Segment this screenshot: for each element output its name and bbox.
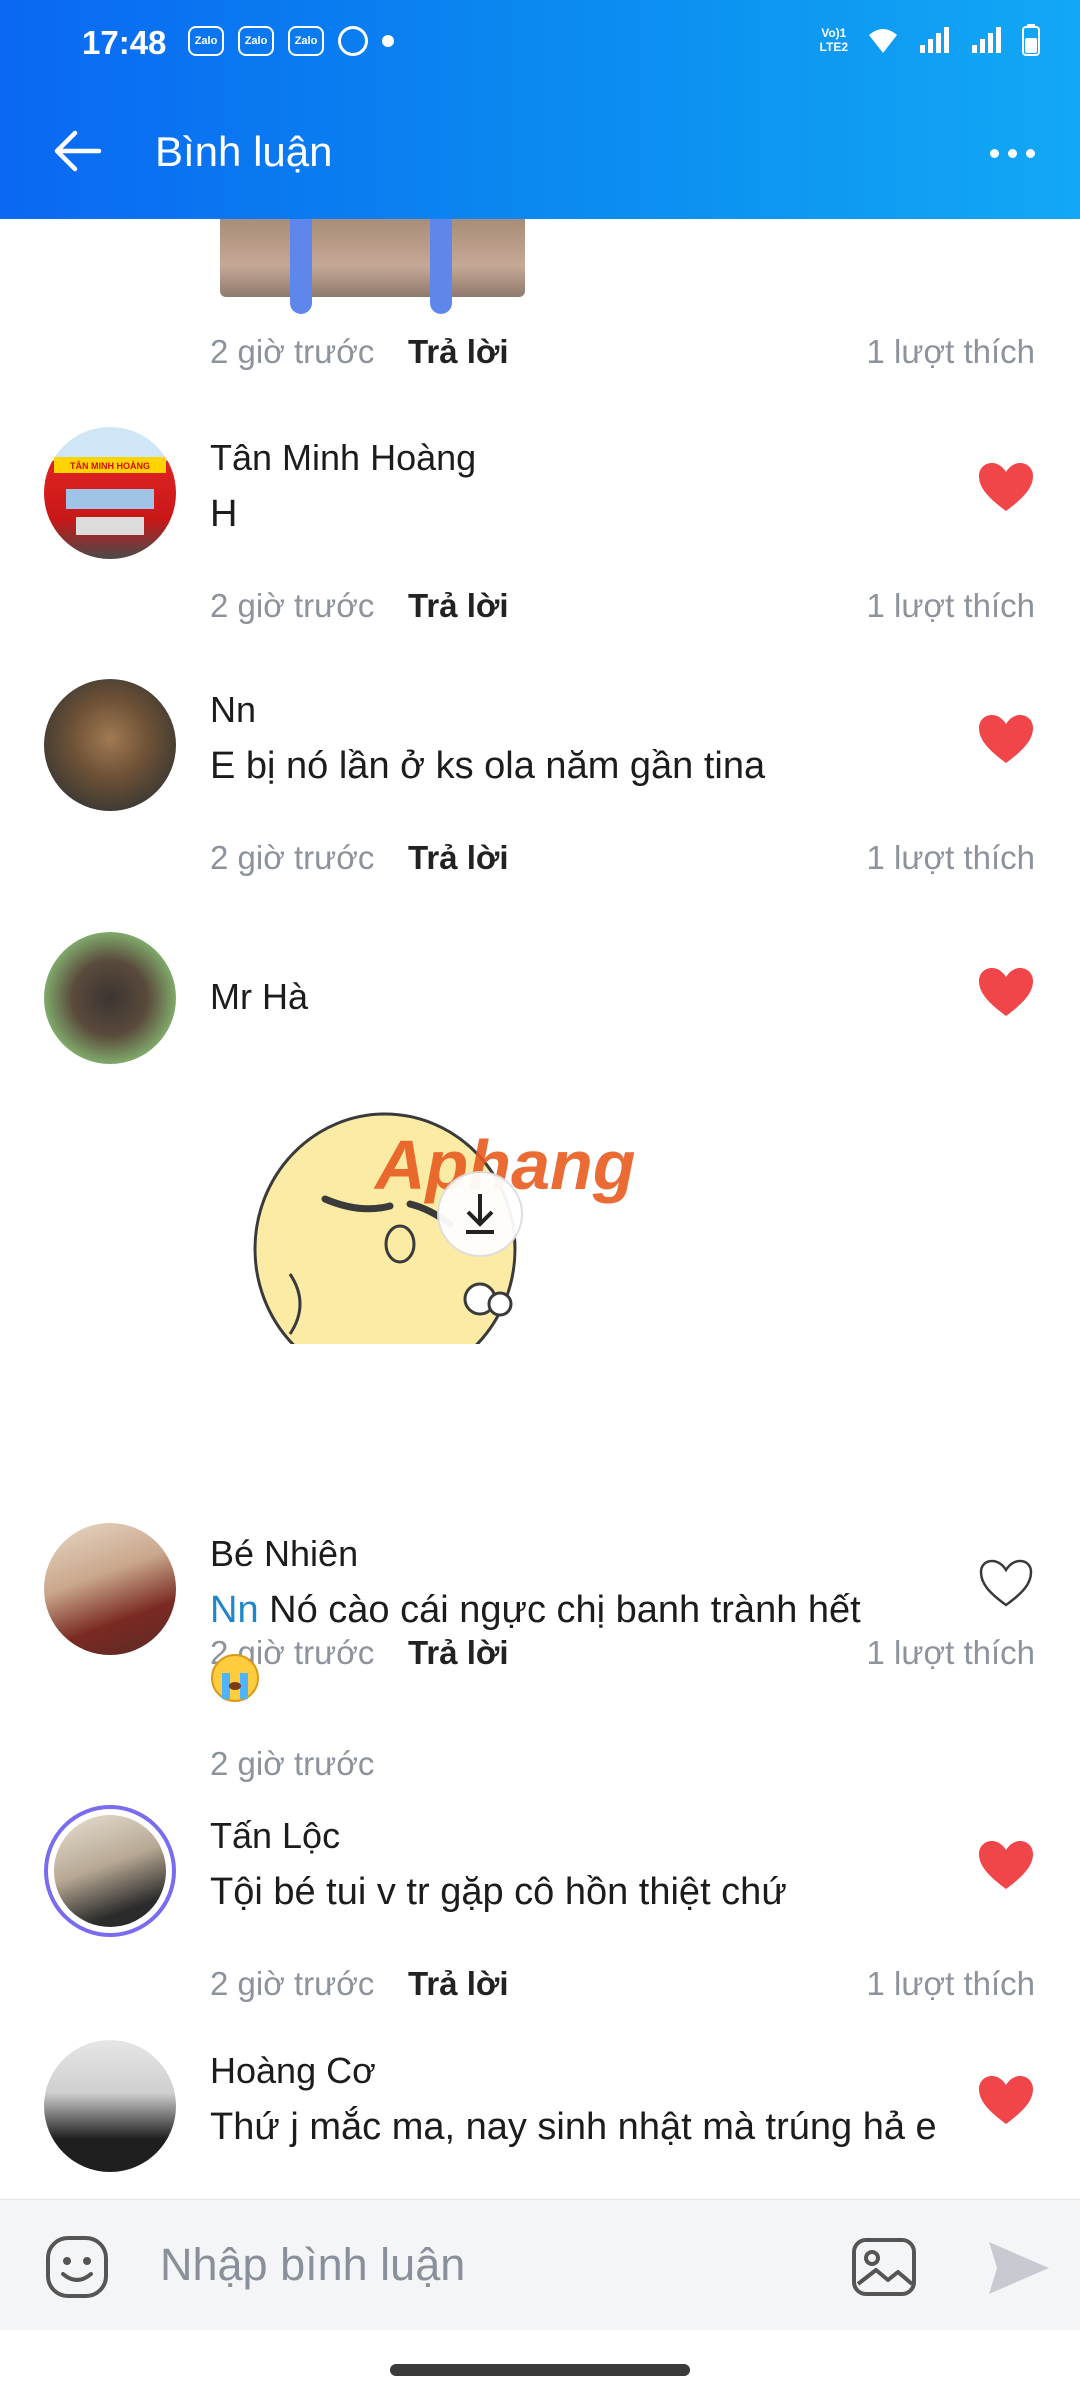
signal-icon: [972, 27, 1001, 53]
reply-button[interactable]: Trả lời: [408, 1634, 509, 1672]
like-count[interactable]: 1 lượt thích: [867, 333, 1035, 371]
heart-filled-icon[interactable]: [977, 966, 1035, 1018]
zalo-icon: Zalo: [288, 26, 324, 56]
more-dot: [1007, 148, 1017, 158]
home-indicator[interactable]: [390, 2364, 690, 2376]
like-count[interactable]: 1 lượt thích: [867, 839, 1035, 877]
sticker-image[interactable]: Aphang: [250, 1104, 710, 1404]
image-strap: [430, 219, 452, 314]
avatar-text: TÂN MINH HOÀNG: [70, 460, 150, 471]
reply-button[interactable]: Trả lời: [408, 839, 509, 877]
navigation-bar: [0, 2330, 1080, 2400]
send-button[interactable]: [985, 2238, 1053, 2298]
avatar[interactable]: [44, 932, 176, 1064]
comment-meta: 2 giờ trước Trả lời 1 lượt thích: [210, 1965, 1040, 2015]
zalo-icon: Zalo: [238, 26, 274, 56]
back-button[interactable]: [42, 116, 112, 186]
comment-author[interactable]: Tấn Lộc: [210, 1815, 340, 1857]
comment-author[interactable]: Nn: [210, 689, 256, 731]
heart-filled-icon[interactable]: [977, 713, 1035, 765]
top-bar: 17:48 Zalo Zalo Zalo Vo)1 LTE2 Bình luận: [0, 0, 1080, 219]
reply-button[interactable]: Trả lời: [408, 333, 509, 371]
truck-avatar-image: TÂN MINH HOÀNG: [54, 457, 166, 535]
comment-time: 2 giờ trước: [210, 1745, 375, 1782]
mention-link[interactable]: Nn: [210, 1589, 259, 1631]
more-dot: [989, 148, 999, 158]
more-notifications-dot: [382, 35, 394, 47]
avatar-photo: [54, 1815, 166, 1927]
avatar[interactable]: TÂN MINH HOÀNG: [44, 427, 176, 559]
comment-time: 2 giờ trước: [210, 333, 375, 370]
comment-text: Tội bé tui v tr gặp cô hồn thiệt chứ: [210, 1871, 787, 1913]
avatar[interactable]: [44, 2040, 176, 2172]
more-dot: [1025, 148, 1035, 158]
comment-author[interactable]: Tân Minh Hoàng: [210, 437, 476, 479]
emoji-button[interactable]: [44, 2234, 110, 2300]
heart-filled-icon[interactable]: [977, 461, 1035, 513]
messenger-icon: [338, 26, 368, 56]
status-bar: 17:48 Zalo Zalo Zalo Vo)1 LTE2: [0, 0, 1080, 88]
wifi-icon: [869, 29, 897, 53]
comment-time: 2 giờ trước: [210, 587, 375, 624]
image-picker-button[interactable]: [850, 2234, 918, 2300]
comment-input-bar: [0, 2199, 1080, 2330]
comment-meta: 2 giờ trước Trả lời 1 lượt thích: [210, 1634, 1040, 1684]
system-icons: Vo)1 LTE2: [820, 24, 1040, 56]
avatar[interactable]: [44, 1805, 176, 1937]
comment-text: H: [210, 493, 238, 535]
heart-outline-icon[interactable]: [977, 1557, 1035, 1609]
image-strap: [290, 219, 312, 314]
comment-time: 2 giờ trước: [210, 1965, 375, 2002]
arrow-left-icon: [54, 130, 102, 172]
comment-meta: 2 giờ trước Trả lời 1 lượt thích: [210, 839, 1040, 889]
comment-author[interactable]: Mr Hà: [210, 976, 308, 1018]
signal-icon: [920, 27, 949, 53]
page-title: Bình luận: [155, 128, 333, 175]
comment-text-body: Nó cào cái ngực chị banh trành hết: [269, 1589, 861, 1631]
status-time: 17:48: [82, 24, 167, 61]
comment-text: Nn Nó cào cái ngực chị banh trành hết: [210, 1585, 970, 1635]
reply-button[interactable]: Trả lời: [408, 1965, 509, 2003]
more-options-button[interactable]: [982, 128, 1042, 178]
notification-icons: Zalo Zalo Zalo: [188, 26, 394, 56]
comment-image[interactable]: [220, 219, 525, 314]
battery-icon: [1022, 24, 1040, 56]
comment-meta: 2 giờ trước Trả lời 1 lượt thích: [210, 587, 1040, 637]
avatar[interactable]: [44, 679, 176, 811]
comment-time: 2 giờ trước: [210, 839, 375, 876]
comment-author[interactable]: Bé Nhiên: [210, 1533, 358, 1575]
zalo-icon: Zalo: [188, 26, 224, 56]
like-count[interactable]: 1 lượt thích: [867, 1634, 1035, 1672]
comment-text: E bị nó lần ở ks ola năm gần tina: [210, 745, 766, 787]
avatar[interactable]: [44, 1523, 176, 1655]
emoji-crying-icon: [211, 1654, 259, 1702]
comment-meta: 2 giờ trước Trả lời 1 lượt thích: [210, 333, 1040, 383]
comment-meta: 2 giờ trước: [210, 1745, 1040, 1795]
app-header: Bình luận: [0, 88, 1080, 219]
comment-list[interactable]: 2 giờ trước Trả lời 1 lượt thích TÂN MIN…: [0, 219, 1080, 2199]
like-count[interactable]: 1 lượt thích: [867, 1965, 1035, 2003]
volte-icon: Vo)1 LTE2: [819, 26, 848, 54]
comment-text: Thứ j mắc ma, nay sinh nhật mà trúng hả …: [210, 2106, 937, 2148]
like-count[interactable]: 1 lượt thích: [867, 587, 1035, 625]
heart-filled-icon[interactable]: [977, 1839, 1035, 1891]
comment-author[interactable]: Hoàng Cơ: [210, 2050, 376, 2092]
comment-input[interactable]: [160, 2234, 810, 2296]
reply-button[interactable]: Trả lời: [408, 587, 509, 625]
heart-filled-icon[interactable]: [977, 2074, 1035, 2126]
